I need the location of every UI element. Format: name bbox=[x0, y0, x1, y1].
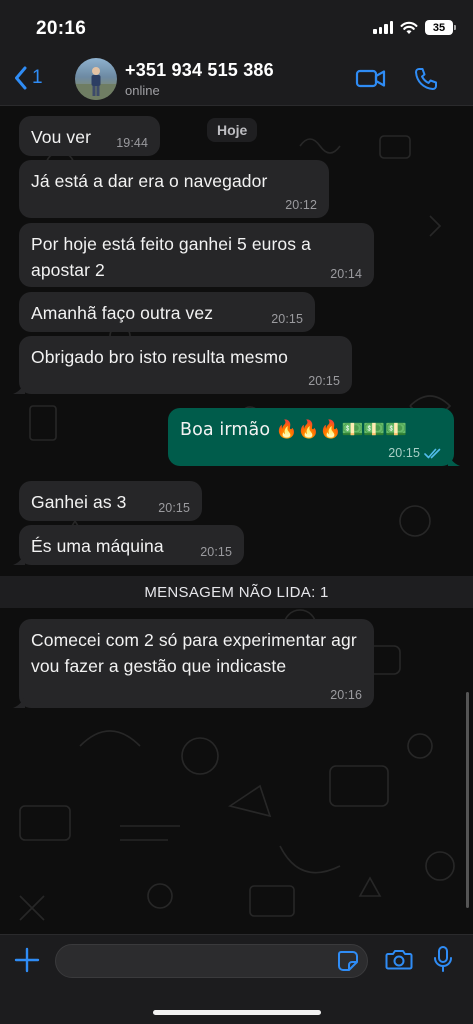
message-time: 20:15 bbox=[271, 312, 303, 326]
message-text: Ganhei as 3 bbox=[31, 492, 127, 512]
message-text: Boa irmão 🔥🔥🔥💵💵💵 bbox=[180, 420, 408, 440]
message-incoming[interactable]: Obrigado bro isto resulta mesmo 20:15 bbox=[13, 336, 352, 394]
cellular-signal-icon bbox=[373, 21, 393, 34]
chat-area[interactable]: Hoje Vou ver 19:44 Já está a dar era o n… bbox=[0, 106, 473, 934]
message-text: Amanhã faço outra vez bbox=[31, 303, 214, 323]
microphone-icon bbox=[434, 946, 452, 972]
bubble-tail bbox=[448, 454, 460, 466]
battery-icon: 35 bbox=[425, 20, 456, 35]
unread-messages-divider: MENSAGEM NÃO LIDA: 1 bbox=[0, 576, 473, 608]
avatar[interactable] bbox=[75, 58, 117, 100]
sticker-icon bbox=[338, 951, 358, 971]
message-incoming[interactable]: És uma máquina 20:15 bbox=[13, 525, 244, 565]
message-meta: 20:15 bbox=[388, 446, 442, 460]
message-text: Obrigado bro isto resulta mesmo bbox=[31, 347, 288, 367]
message-time: 19:44 bbox=[116, 136, 148, 150]
status-icons: 35 bbox=[373, 20, 456, 35]
bubble-tail bbox=[13, 382, 25, 394]
back-button[interactable]: 1 bbox=[14, 66, 43, 90]
message-outgoing[interactable]: Boa irmão 🔥🔥🔥💵💵💵 20:15 bbox=[168, 408, 460, 466]
message-incoming[interactable]: Por hoje está feito ganhei 5 euros a apo… bbox=[19, 223, 374, 287]
message-time: 20:15 bbox=[200, 545, 232, 559]
message-text: Comecei com 2 só para experimentar agr v… bbox=[31, 630, 357, 676]
message-incoming[interactable]: Já está a dar era o navegador 20:12 bbox=[19, 160, 329, 218]
message-incoming[interactable]: Amanhã faço outra vez 20:15 bbox=[19, 292, 315, 332]
message-time: 20:15 bbox=[158, 501, 190, 515]
message-time: 20:12 bbox=[285, 198, 317, 212]
double-check-icon bbox=[424, 448, 441, 458]
bubble-tail bbox=[13, 553, 25, 565]
message-text: Já está a dar era o navegador bbox=[31, 171, 268, 191]
chat-header: 1 +351 934 515 386 online bbox=[0, 54, 473, 106]
status-bar: 20:16 35 bbox=[0, 0, 473, 54]
message-time: 20:14 bbox=[330, 267, 362, 281]
attach-button[interactable] bbox=[14, 947, 40, 978]
chevron-left-icon bbox=[15, 66, 27, 90]
phone-icon bbox=[415, 68, 437, 90]
contact-name: +351 934 515 386 bbox=[125, 60, 274, 80]
camera-button[interactable] bbox=[385, 947, 413, 976]
wifi-icon bbox=[400, 21, 418, 34]
message-incoming[interactable]: Ganhei as 3 20:15 bbox=[19, 481, 202, 521]
message-incoming[interactable]: Vou ver 19:44 bbox=[19, 116, 160, 156]
camera-icon bbox=[385, 950, 413, 970]
video-camera-icon bbox=[355, 69, 386, 88]
sticker-button[interactable] bbox=[337, 950, 359, 977]
message-time: 20:16 bbox=[330, 688, 362, 702]
message-text: Vou ver bbox=[31, 127, 92, 147]
message-time: 20:15 bbox=[308, 374, 340, 388]
bubble-tail bbox=[13, 696, 25, 708]
message-incoming[interactable]: Comecei com 2 só para experimentar agr v… bbox=[13, 619, 374, 708]
home-indicator[interactable] bbox=[153, 1010, 321, 1015]
message-input[interactable] bbox=[56, 945, 326, 977]
plus-icon bbox=[14, 947, 40, 973]
contact-info[interactable]: +351 934 515 386 online bbox=[125, 60, 274, 98]
scrollbar[interactable] bbox=[466, 692, 469, 908]
unread-chats-count: 1 bbox=[32, 67, 43, 88]
voice-message-button[interactable] bbox=[432, 945, 454, 978]
video-call-button[interactable] bbox=[355, 66, 387, 95]
message-time: 20:15 bbox=[388, 446, 420, 460]
voice-call-button[interactable] bbox=[413, 66, 439, 97]
message-input-wrapper bbox=[55, 944, 368, 978]
avatar-photo bbox=[75, 67, 117, 100]
contact-status: online bbox=[125, 83, 160, 98]
status-time: 20:16 bbox=[36, 18, 87, 39]
message-text: Por hoje está feito ganhei 5 euros a apo… bbox=[31, 234, 311, 280]
message-composer bbox=[0, 934, 473, 1024]
message-text: És uma máquina bbox=[31, 536, 164, 556]
day-separator: Hoje bbox=[207, 118, 258, 142]
